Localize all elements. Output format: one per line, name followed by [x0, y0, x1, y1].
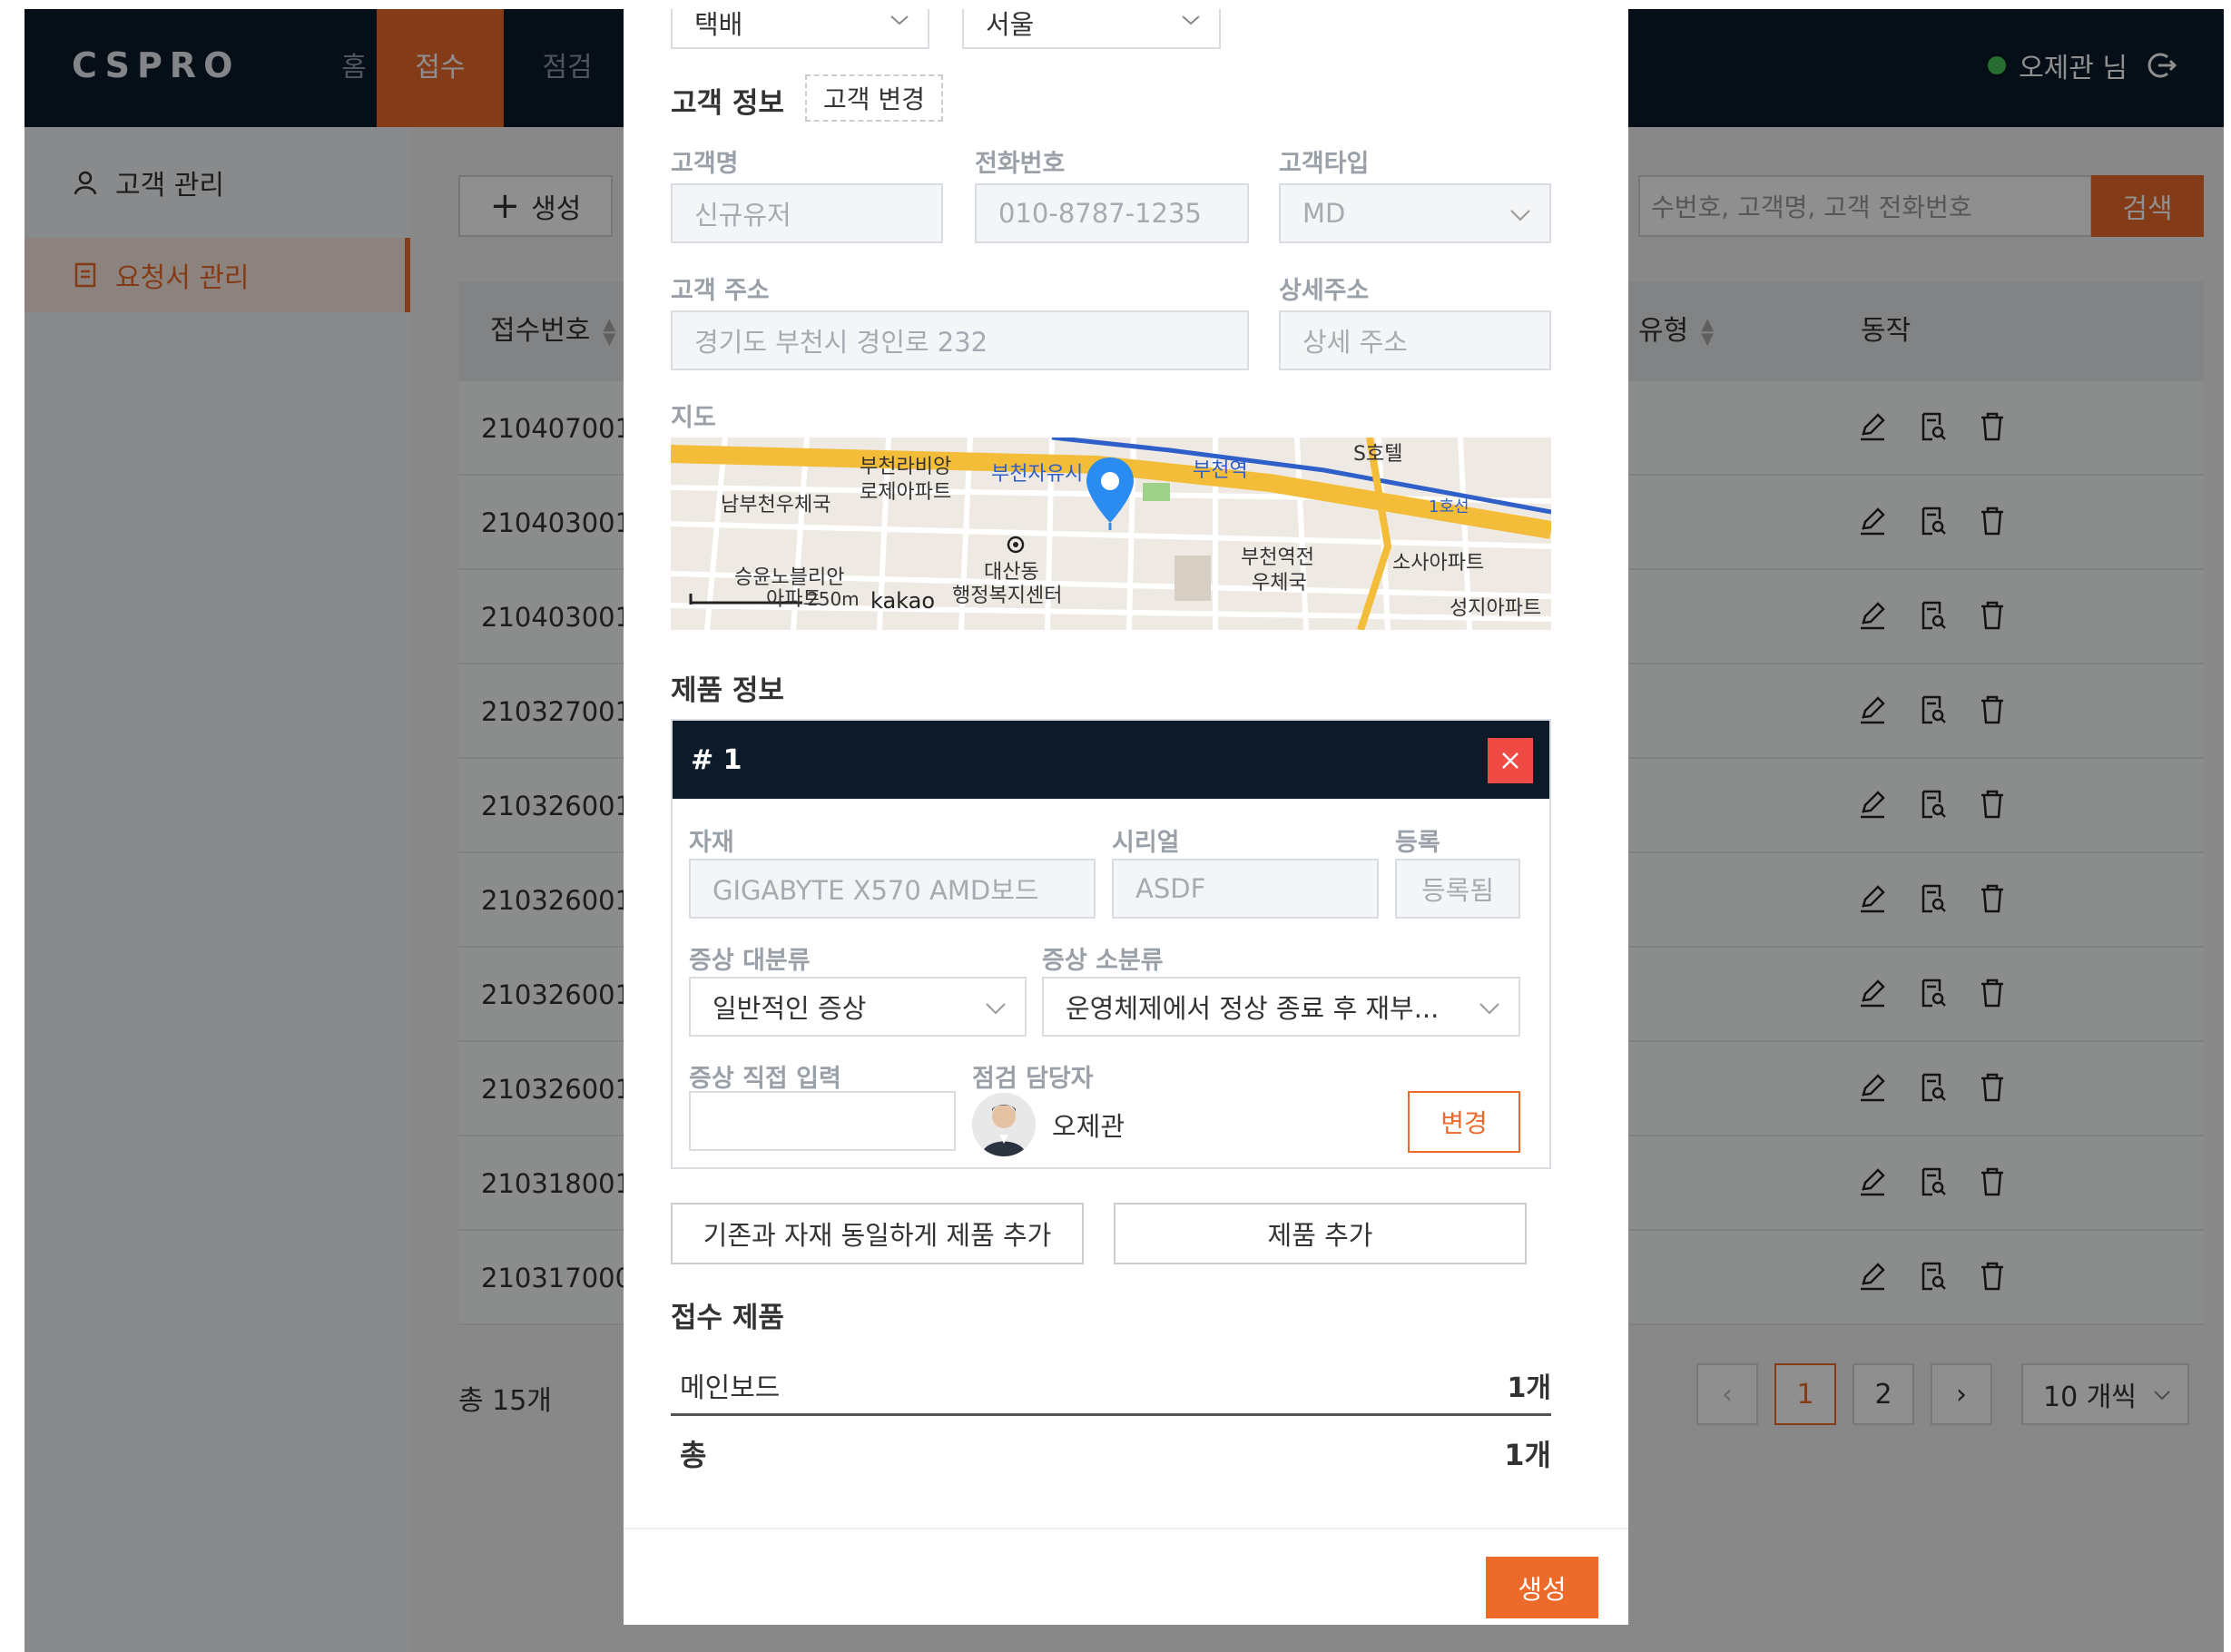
- map-label-text: 1호선: [1429, 497, 1469, 516]
- add-product-button[interactable]: 제품 추가: [1114, 1203, 1527, 1264]
- symptom-input-label: 증상 직접 입력: [689, 1065, 841, 1093]
- material-label: 자재: [689, 829, 734, 857]
- map-label-text: 행정복지센터: [952, 585, 1063, 607]
- chevron-down-icon: [1510, 210, 1530, 221]
- chevron-down-icon: [1182, 15, 1200, 25]
- received-total-label: 총: [680, 1438, 707, 1472]
- serial-label: 시리얼: [1112, 829, 1180, 857]
- received-total-row: 총 1개: [671, 1432, 1551, 1483]
- symptom-major-select[interactable]: 일반적인 증상: [689, 977, 1027, 1037]
- symptom-input[interactable]: [689, 1091, 956, 1151]
- received-section-title: 접수 제품: [671, 1302, 784, 1334]
- map-label-text: 남부천우체국: [721, 494, 831, 516]
- chevron-down-icon: [1479, 1003, 1499, 1015]
- address-label: 고객 주소: [671, 277, 770, 305]
- detail-address-field[interactable]: 상세 주소: [1279, 310, 1551, 370]
- change-inspector-button[interactable]: 변경: [1408, 1091, 1520, 1153]
- symptom-minor-label: 증상 소분류: [1042, 947, 1164, 975]
- customer-type-select[interactable]: MD: [1279, 183, 1551, 243]
- submit-create-button[interactable]: 생성: [1486, 1557, 1598, 1618]
- product-card: # 1 자재 GIGABYTE X570 AMD보드 시리얼 ASDF 등록 등…: [671, 719, 1551, 1169]
- location-pin-icon: [1086, 457, 1134, 530]
- product-card-title: # 1: [691, 744, 742, 776]
- map-brand: kakao: [870, 588, 936, 614]
- map-label-text: S호텔: [1353, 443, 1403, 466]
- chevron-down-icon: [986, 1003, 1006, 1015]
- region-value: 서울: [986, 9, 1035, 40]
- material-field[interactable]: GIGABYTE X570 AMD보드: [689, 859, 1096, 919]
- modal-footer-divider: [624, 1528, 1628, 1529]
- map-scale: 250m: [807, 588, 860, 610]
- customer-name-label: 고객명: [671, 150, 739, 178]
- customer-type-label: 고객타입: [1279, 150, 1370, 178]
- registration-label: 등록: [1395, 829, 1440, 857]
- received-product-qty: 1개: [1507, 1372, 1551, 1404]
- customer-name-field[interactable]: 신규유저: [671, 183, 943, 243]
- product-section-title: 제품 정보: [671, 674, 784, 707]
- map-label: 지도: [671, 404, 716, 432]
- chevron-down-icon: [890, 15, 909, 25]
- received-total-qty: 1개: [1504, 1438, 1551, 1472]
- received-product-name: 메인보드: [680, 1372, 781, 1404]
- map-label-text: 성지아파트: [1450, 597, 1542, 620]
- symptom-minor-select[interactable]: 운영체제에서 정상 종료 후 재부...: [1042, 977, 1520, 1037]
- registration-field: 등록됨: [1395, 859, 1520, 919]
- add-same-material-button[interactable]: 기존과 자재 동일하게 제품 추가: [671, 1203, 1084, 1264]
- phone-field[interactable]: 010-8787-1235: [975, 183, 1249, 243]
- map-label-text: 소사아파트: [1392, 552, 1485, 575]
- location-map[interactable]: 부천라비앙 로제아파트 남부천우체국 부천자유시 부천역 S호텔 1호선 대산동…: [671, 438, 1551, 630]
- map-label-text: 부천역: [1193, 459, 1248, 482]
- remove-product-button[interactable]: [1488, 738, 1533, 783]
- inspector-avatar: [972, 1093, 1036, 1156]
- delivery-method-value: 택배: [694, 9, 743, 40]
- symptom-minor-value: 운영체제에서 정상 종료 후 재부...: [1066, 993, 1440, 1024]
- received-product-row: 메인보드 1개: [671, 1365, 1551, 1416]
- map-label-text: 우체국: [1252, 572, 1307, 595]
- customer-section-title: 고객 정보: [671, 87, 784, 120]
- close-icon: [1502, 752, 1518, 769]
- delivery-method-select[interactable]: 택배: [671, 9, 929, 49]
- create-request-modal: 택배 서울 고객 정보 고객 변경 고객명 신규유저 전화번호 010-8787…: [624, 9, 1628, 1625]
- address-field[interactable]: 경기도 부천시 경인로 232: [671, 310, 1249, 370]
- symptom-major-label: 증상 대분류: [689, 947, 811, 975]
- inspector-label: 점검 담당자: [972, 1065, 1094, 1093]
- serial-field[interactable]: ASDF: [1112, 859, 1379, 919]
- inspector-name: 오제관: [1052, 1111, 1125, 1142]
- detail-address-label: 상세주소: [1279, 277, 1370, 305]
- region-select[interactable]: 서울: [962, 9, 1221, 49]
- symptom-major-value: 일반적인 증상: [713, 993, 867, 1024]
- product-card-header: # 1: [673, 721, 1549, 799]
- change-customer-button[interactable]: 고객 변경: [805, 74, 943, 122]
- avatar-image: [972, 1093, 1036, 1156]
- app-window: CSPRO 홈 접수 점검 오제관 님 고객 관리 요청서 관리 + 생성 수번…: [25, 9, 2224, 1652]
- map-label-text: 부천자유시: [991, 463, 1084, 486]
- customer-type-value: MD: [1302, 198, 1346, 229]
- phone-label: 전화번호: [975, 150, 1066, 178]
- map-label-text: 로제아파트: [860, 481, 952, 504]
